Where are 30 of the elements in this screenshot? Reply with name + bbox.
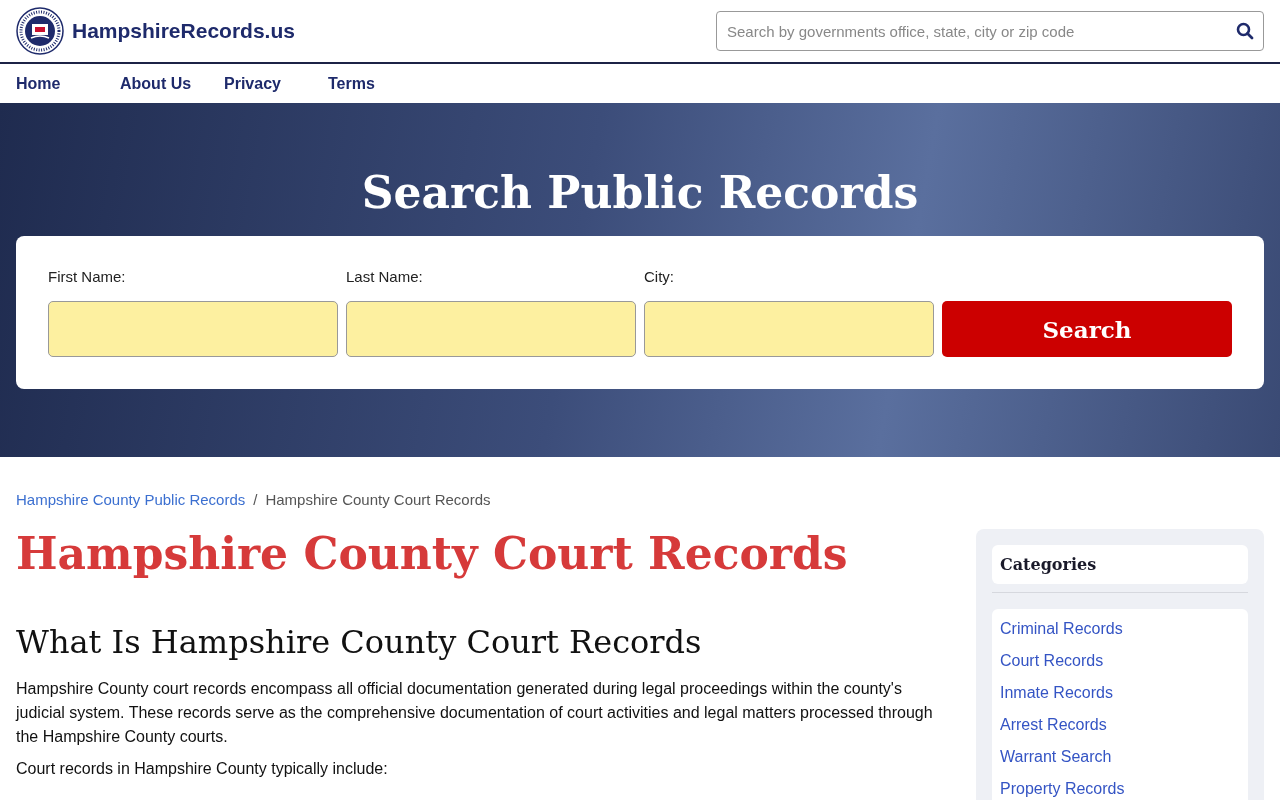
field-label: First Name:: [48, 268, 127, 287]
nav-link[interactable]: Privacy: [224, 74, 328, 93]
seal-logo-icon: [16, 7, 64, 55]
field-label: Last Name:: [346, 268, 424, 287]
nav-link[interactable]: Home: [16, 74, 120, 93]
paragraph: Hampshire County court records encompass all official documentation generated during legal proceedings within the county's judicial system. These records serve as the comprehensive documentation of court activities and legal matters processed through the Hampshire County courts.: [16, 679, 934, 747]
breadcrumb-link[interactable]: Hampshire County Public Records: [16, 491, 246, 508]
category-link[interactable]: Arrest Records: [1000, 713, 1240, 737]
category-link[interactable]: Criminal Records: [1000, 617, 1240, 641]
breadcrumb-current: Hampshire County Court Records: [265, 491, 491, 508]
category-link[interactable]: Inmate Records: [1000, 681, 1240, 705]
paragraph: Court records in Hampshire County typically include:: [16, 759, 389, 779]
page-title: Hampshire County Court Records: [16, 528, 849, 579]
site-search-field[interactable]: Search by governments office, state, city or zip code: [716, 11, 1264, 51]
field-label: City:: [644, 268, 675, 287]
search-button[interactable]: Search: [942, 301, 1232, 357]
site-logo-text[interactable]: HampshireRecords.us: [72, 19, 295, 43]
breadcrumb-separator: /: [253, 491, 258, 508]
nav-link[interactable]: Terms: [328, 74, 375, 93]
section-heading: What Is Hampshire County Court Records: [16, 623, 703, 661]
category-link[interactable]: Court Records: [1000, 649, 1240, 673]
category-link[interactable]: Warrant Search: [1000, 745, 1240, 769]
hero-title: Search Public Records: [361, 167, 919, 218]
nav-link[interactable]: About Us: [120, 74, 224, 93]
search-icon[interactable]: [1236, 22, 1254, 40]
input-field[interactable]: [346, 301, 636, 357]
input-field[interactable]: [644, 301, 934, 357]
input-field[interactable]: [48, 301, 338, 357]
sidebar-heading: Categories: [992, 545, 1248, 584]
category-link[interactable]: Property Records: [1000, 777, 1240, 800]
